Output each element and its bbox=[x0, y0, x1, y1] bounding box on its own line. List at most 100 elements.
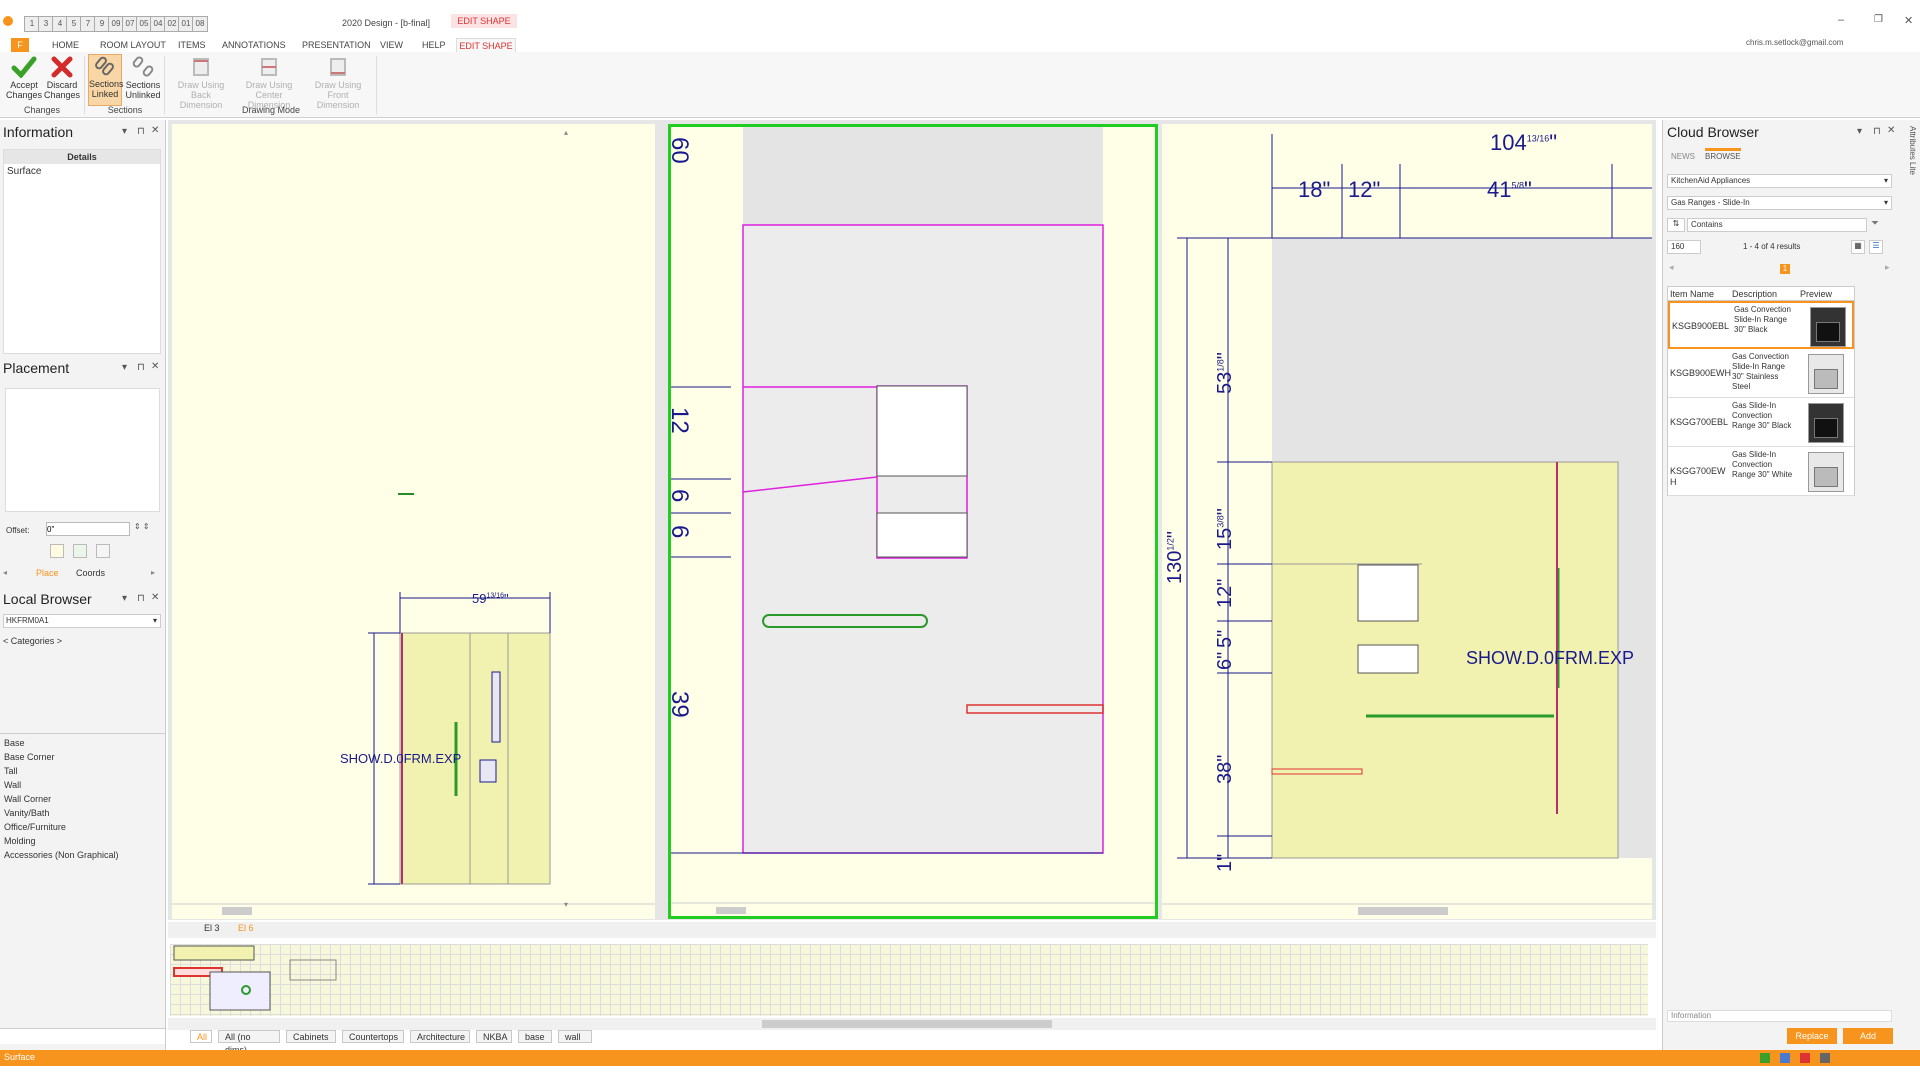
copy-icon[interactable] bbox=[96, 544, 110, 558]
tab-coords[interactable]: Coords bbox=[76, 568, 105, 578]
categories-breadcrumb[interactable]: < Categories > bbox=[3, 636, 62, 646]
quick-access-button[interactable]: 08 bbox=[192, 16, 208, 32]
elevation-view-right[interactable]: 10413/16" 18" 12" 415/8" 1301/2" 531/8" … bbox=[1162, 124, 1652, 919]
layer-tab[interactable]: NKBA bbox=[476, 1030, 512, 1043]
layer-tab[interactable]: All bbox=[190, 1030, 212, 1043]
sort-icon[interactable]: ⇅ bbox=[1667, 218, 1685, 232]
draw-back-dimension-button[interactable]: Draw Using Back Dimension bbox=[170, 56, 232, 110]
category-list-item[interactable]: Vanity/Bath bbox=[4, 806, 49, 820]
category-list-item[interactable]: Wall Corner bbox=[4, 792, 51, 806]
category-list-item[interactable]: Base bbox=[4, 736, 25, 750]
sections-linked-button[interactable]: Sections Linked bbox=[88, 54, 124, 106]
elevation-view-active[interactable]: 60 12 6 6 39 bbox=[668, 124, 1158, 919]
table-row[interactable]: KSGG700EW H Gas Slide-In Convection Range… bbox=[1668, 448, 1854, 496]
pin-icon[interactable]: ⊓ bbox=[137, 126, 145, 137]
panel-close-icon[interactable]: ✕ bbox=[151, 125, 159, 136]
user-account[interactable]: chris.m.setlock@gmail.com bbox=[1746, 38, 1843, 47]
table-row[interactable]: KSGB900EWH Gas Convection Slide-In Range … bbox=[1668, 350, 1854, 398]
offset-stepper[interactable]: ⇕ ⇕ bbox=[134, 522, 150, 531]
next-page-icon[interactable]: ▸ bbox=[1885, 262, 1890, 273]
accept-changes-button[interactable]: Accept Changes bbox=[4, 56, 44, 100]
tab-place[interactable]: Place bbox=[36, 568, 59, 578]
tab-news[interactable]: NEWS bbox=[1671, 152, 1695, 161]
status-icon[interactable] bbox=[1820, 1053, 1830, 1063]
manufacturer-select[interactable]: KitchenAid Appliances ▾ bbox=[1667, 174, 1892, 188]
tab-help[interactable]: HELP bbox=[422, 38, 446, 52]
tab-view[interactable]: VIEW bbox=[380, 38, 403, 52]
panel-menu-icon[interactable]: ▾ bbox=[1857, 126, 1862, 137]
tab-items[interactable]: ITEMS bbox=[178, 38, 206, 52]
tab-file[interactable]: F bbox=[11, 38, 29, 52]
list-view-icon[interactable]: ☰ bbox=[1869, 240, 1883, 254]
page-size-select[interactable]: 160 bbox=[1667, 240, 1701, 254]
view-tab-el3[interactable]: El 3 bbox=[204, 923, 220, 933]
layer-tab[interactable]: Cabinets bbox=[286, 1030, 336, 1043]
prev-page-icon[interactable]: ◂ bbox=[1669, 262, 1674, 273]
category-select[interactable]: Gas Ranges - Slide-In ▾ bbox=[1667, 196, 1892, 210]
layer-tab[interactable]: Architecture bbox=[410, 1030, 470, 1043]
layer-tab[interactable]: Countertops bbox=[342, 1030, 404, 1043]
scroll-thumb[interactable] bbox=[762, 1020, 1052, 1028]
minimize-icon[interactable]: – bbox=[1838, 14, 1844, 26]
sections-unlinked-button[interactable]: Sections Unlinked bbox=[124, 56, 162, 100]
scroll-down-icon[interactable]: ▾ bbox=[564, 900, 568, 909]
information-expander[interactable]: Information bbox=[1667, 1010, 1892, 1022]
column-header[interactable]: Preview bbox=[1800, 289, 1832, 300]
plan-scrollbar[interactable] bbox=[168, 1018, 1656, 1030]
replace-button[interactable]: Replace bbox=[1787, 1028, 1837, 1044]
elevation-view-left[interactable]: 5913/16" SHOW.D.0FRM.EXP ▴ ▾ bbox=[172, 124, 655, 919]
category-list-item[interactable]: Wall bbox=[4, 778, 21, 792]
panel-close-icon[interactable]: ✕ bbox=[151, 592, 159, 603]
panel-menu-icon[interactable]: ▾ bbox=[122, 126, 127, 137]
layer-tab[interactable]: All (no dims) bbox=[218, 1030, 280, 1055]
catalog-select[interactable]: HKFRM0A1 ▾ bbox=[3, 614, 161, 628]
tab-annotations[interactable]: ANNOTATIONS bbox=[222, 38, 286, 52]
category-list-item[interactable]: Office/Furniture bbox=[4, 820, 66, 834]
panel-menu-icon[interactable]: ▾ bbox=[122, 362, 127, 373]
view-tab-el6[interactable]: El 6 bbox=[238, 923, 254, 933]
close-icon[interactable]: ✕ bbox=[1904, 14, 1913, 27]
layer-tab[interactable]: wall bbox=[558, 1030, 592, 1043]
filter-icon[interactable]: ⏷ bbox=[1871, 218, 1879, 229]
column-header[interactable]: Description bbox=[1732, 289, 1777, 300]
scroll-up-icon[interactable]: ▴ bbox=[564, 128, 568, 137]
tab-edit-shape[interactable]: EDIT SHAPE bbox=[456, 38, 516, 52]
tab-browse[interactable]: BROWSE bbox=[1705, 148, 1741, 161]
page-number[interactable]: 1 bbox=[1780, 264, 1790, 274]
app-logo-icon[interactable] bbox=[3, 16, 13, 26]
column-header[interactable]: Item Name bbox=[1670, 289, 1714, 300]
draw-front-dimension-button[interactable]: Draw Using Front Dimension bbox=[306, 56, 370, 110]
category-list-item[interactable]: Accessories (Non Graphical) bbox=[4, 848, 119, 862]
status-icon[interactable] bbox=[1800, 1053, 1810, 1063]
scroll-right-icon[interactable]: ▸ bbox=[151, 568, 155, 577]
tab-room-layout[interactable]: ROOM LAYOUT bbox=[100, 38, 166, 52]
draw-center-dimension-button[interactable]: Draw Using Center Dimension bbox=[236, 56, 302, 110]
layer-tab[interactable]: base bbox=[518, 1030, 552, 1043]
place-item-icon[interactable] bbox=[50, 544, 64, 558]
panel-close-icon[interactable]: ✕ bbox=[151, 361, 159, 372]
attributes-lite-side-tab[interactable]: Attributes Lite bbox=[1899, 126, 1917, 206]
plan-view[interactable] bbox=[170, 944, 1648, 1016]
category-list-item[interactable]: Tall bbox=[4, 764, 18, 778]
local-browser-search[interactable] bbox=[0, 1028, 165, 1044]
search-mode-field[interactable]: Contains bbox=[1687, 218, 1867, 232]
restore-icon[interactable]: ❐ bbox=[1874, 14, 1883, 25]
place-new-icon[interactable] bbox=[73, 544, 87, 558]
discard-changes-button[interactable]: Discard Changes bbox=[42, 56, 82, 100]
status-icon[interactable] bbox=[1780, 1053, 1790, 1063]
category-list-item[interactable]: Molding bbox=[4, 834, 36, 848]
offset-input[interactable] bbox=[46, 522, 130, 536]
tab-home[interactable]: HOME bbox=[52, 38, 79, 52]
scroll-left-icon[interactable]: ◂ bbox=[3, 568, 7, 577]
panel-close-icon[interactable]: ✕ bbox=[1887, 125, 1895, 136]
grid-view-icon[interactable]: ▦ bbox=[1851, 240, 1865, 254]
pin-icon[interactable]: ⊓ bbox=[137, 593, 145, 604]
table-row[interactable]: KSGG700EBL Gas Slide-In Convection Range … bbox=[1668, 399, 1854, 447]
add-button[interactable]: Add bbox=[1843, 1028, 1893, 1044]
pin-icon[interactable]: ⊓ bbox=[137, 362, 145, 373]
pin-icon[interactable]: ⊓ bbox=[1873, 126, 1881, 137]
tab-presentation[interactable]: PRESENTATION bbox=[302, 38, 371, 52]
table-row[interactable]: KSGB900EBL Gas Convection Slide-In Range … bbox=[1668, 301, 1854, 349]
category-list-item[interactable]: Base Corner bbox=[4, 750, 55, 764]
status-icon[interactable] bbox=[1760, 1053, 1770, 1063]
